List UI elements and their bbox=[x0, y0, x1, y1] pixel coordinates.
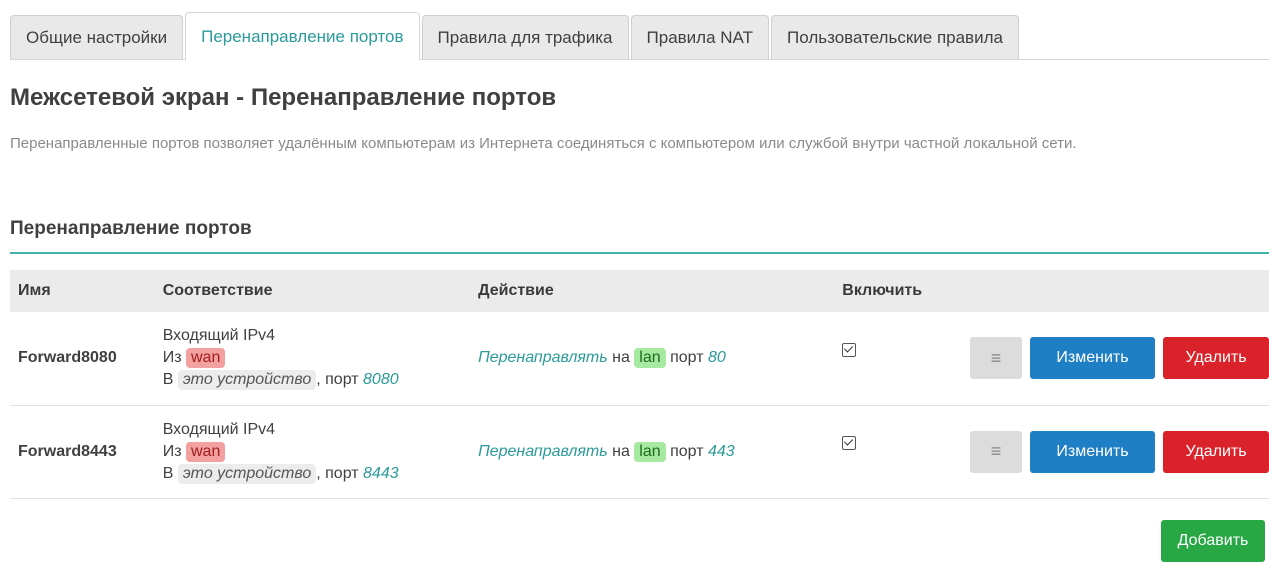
port-prefix: , порт bbox=[316, 371, 359, 389]
port-forwarding-table: Имя Соответствие Действие Включить Forwa… bbox=[10, 270, 1269, 499]
delete-button[interactable]: Удалить bbox=[1163, 337, 1269, 380]
to-prefix: В bbox=[162, 371, 174, 389]
match-port: 8080 bbox=[363, 371, 399, 389]
rule-controls: ≡ Изменить Удалить bbox=[962, 405, 1269, 498]
action-port-label: порт bbox=[670, 442, 704, 460]
port-prefix: , порт bbox=[316, 464, 359, 482]
rule-controls: ≡ Изменить Удалить bbox=[962, 312, 1269, 405]
section-divider bbox=[10, 252, 1269, 254]
device-badge: это устройство bbox=[177, 370, 317, 391]
menu-lines-icon: ≡ bbox=[990, 347, 1002, 368]
device-badge: это устройство bbox=[177, 463, 317, 484]
drag-handle-button[interactable]: ≡ bbox=[970, 337, 1022, 380]
tab-port-forwarding[interactable]: Перенаправление портов bbox=[185, 12, 420, 60]
edit-button[interactable]: Изменить bbox=[1030, 337, 1155, 380]
menu-lines-icon: ≡ bbox=[990, 441, 1002, 461]
zone-badge-wan: wan bbox=[185, 348, 226, 369]
from-prefix: Из bbox=[162, 442, 182, 460]
match-protocol: Входящий IPv4 bbox=[162, 327, 276, 345]
to-prefix: В bbox=[162, 464, 174, 482]
match-source: Из wan bbox=[163, 347, 470, 369]
delete-button[interactable]: Удалить bbox=[1163, 430, 1269, 473]
rule-match: Входящий IPv4 Из wan В это устройство, п… bbox=[155, 405, 470, 498]
match-destination: В это устройство, порт 8443 bbox=[163, 463, 470, 485]
action-verb: Перенаправлять bbox=[478, 442, 608, 460]
action-port: 80 bbox=[708, 349, 726, 367]
action-on: на bbox=[612, 349, 630, 367]
action-on: на bbox=[612, 442, 630, 460]
column-header-enable: Включить bbox=[834, 270, 962, 312]
enable-checkbox[interactable] bbox=[842, 436, 857, 450]
page-title: Межсетевой экран - Перенаправление порто… bbox=[10, 84, 557, 111]
add-button[interactable]: Добавить bbox=[1161, 520, 1265, 562]
action-port-label: порт bbox=[670, 349, 704, 367]
column-header-match: Соответствие bbox=[154, 270, 471, 312]
zone-badge-lan: lan bbox=[634, 348, 666, 369]
rule-match: Входящий IPv4 Из wan В это устройство, п… bbox=[155, 312, 470, 405]
page-description: Перенаправленные портов позволяет удалён… bbox=[10, 135, 1077, 152]
drag-handle-button[interactable]: ≡ bbox=[970, 430, 1022, 473]
rule-action: Перенаправлять на lan порт 443 bbox=[470, 405, 834, 498]
zone-badge-wan: wan bbox=[185, 441, 226, 462]
table-header-row: Имя Соответствие Действие Включить bbox=[10, 270, 1269, 312]
column-header-action: Действие bbox=[470, 270, 835, 312]
action-port: 443 bbox=[708, 442, 735, 460]
table-row: Forward8080 Входящий IPv4 Из wan В это у… bbox=[10, 312, 1269, 405]
rule-name: Forward8443 bbox=[18, 442, 117, 460]
tab-nat-rules[interactable]: Правила NAT bbox=[630, 15, 770, 59]
column-header-name: Имя bbox=[10, 270, 155, 312]
column-header-controls bbox=[962, 270, 1269, 312]
match-port: 8443 bbox=[363, 464, 399, 482]
tab-general-settings[interactable]: Общие настройки bbox=[10, 15, 184, 59]
match-destination: В это устройство, порт 8080 bbox=[163, 369, 470, 391]
zone-badge-lan: lan bbox=[634, 441, 666, 462]
table-row: Forward8443 Входящий IPv4 Из wan В это у… bbox=[10, 405, 1269, 498]
edit-button[interactable]: Изменить bbox=[1030, 430, 1155, 473]
action-verb: Перенаправлять bbox=[478, 349, 608, 367]
rule-enable-cell bbox=[834, 312, 962, 405]
match-protocol: Входящий IPv4 bbox=[162, 420, 276, 438]
rule-action: Перенаправлять на lan порт 80 bbox=[470, 312, 834, 405]
tab-bar: Общие настройки Перенаправление портов П… bbox=[10, 12, 1269, 60]
enable-checkbox[interactable] bbox=[842, 342, 857, 357]
tab-traffic-rules[interactable]: Правила для трафика bbox=[421, 15, 629, 59]
from-prefix: Из bbox=[162, 349, 182, 367]
rule-enable-cell bbox=[834, 405, 962, 498]
rule-name: Forward8080 bbox=[18, 349, 117, 367]
section-title: Перенаправление портов bbox=[10, 218, 252, 239]
tab-custom-rules[interactable]: Пользовательские правила bbox=[771, 15, 1019, 59]
match-source: Из wan bbox=[163, 441, 470, 463]
